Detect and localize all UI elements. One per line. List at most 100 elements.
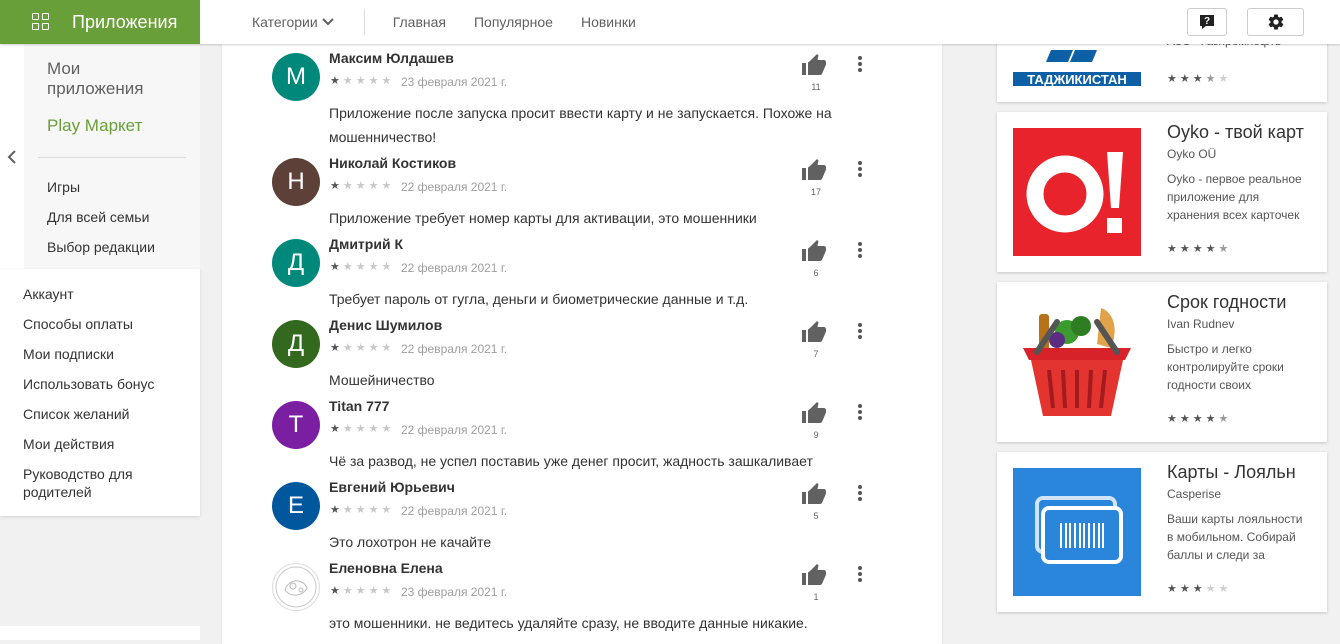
star-icon: ★ bbox=[355, 342, 369, 354]
review-author: Максим Юлдашев bbox=[329, 50, 454, 66]
avatar: Д bbox=[272, 320, 320, 368]
sidebar-item-my-activity[interactable]: Мои действия bbox=[23, 435, 154, 465]
app-description: Oyko - первое реальное приложение для хр… bbox=[1167, 172, 1302, 222]
thumbs-up-icon bbox=[802, 321, 826, 342]
thumbs-up-icon bbox=[802, 159, 826, 180]
review-author: Еленовна Елена bbox=[329, 560, 443, 576]
star-icon: ★ bbox=[342, 504, 356, 516]
review-rating-stars: ★★★★★ bbox=[330, 74, 394, 87]
helpful-button[interactable] bbox=[802, 240, 826, 267]
star-icon: ★ bbox=[1167, 73, 1180, 85]
sidebar-item-editors-choice[interactable]: Выбор редакции bbox=[47, 239, 155, 269]
sidebar-item-account[interactable]: Аккаунт bbox=[23, 285, 154, 315]
barcode-card-icon bbox=[1013, 468, 1141, 596]
more-options-button[interactable] bbox=[858, 161, 862, 182]
helpful-count: 17 bbox=[810, 187, 821, 197]
more-options-button[interactable] bbox=[858, 56, 862, 77]
app-rating-stars: ★★★★★ bbox=[1167, 72, 1231, 85]
sidebar-item-family[interactable]: Для всей семьи bbox=[47, 209, 155, 239]
app-card-oyko[interactable]: Oyko - твой карт Oyko OÜ Oyko - первое р… bbox=[997, 112, 1327, 272]
help-button[interactable]: ? bbox=[1187, 8, 1227, 36]
sidebar-item-redeem[interactable]: Использовать бонус bbox=[23, 375, 154, 405]
helpful-button[interactable] bbox=[802, 321, 826, 348]
helpful-button[interactable] bbox=[802, 483, 826, 510]
more-options-button[interactable] bbox=[858, 242, 862, 263]
review-date: 22 февраля 2021 г. bbox=[401, 342, 508, 356]
review-rating-stars: ★★★★★ bbox=[330, 503, 394, 516]
sidebar-play-market[interactable]: Play Маркет bbox=[47, 116, 142, 136]
more-vert-icon bbox=[858, 242, 862, 258]
more-options-button[interactable] bbox=[858, 404, 862, 425]
helpful-count: 1 bbox=[813, 592, 819, 602]
app-description: Ваши карты лояльности в мобильном. Собир… bbox=[1167, 512, 1303, 562]
star-icon: ★ bbox=[1218, 583, 1232, 595]
sidebar-item-wishlist[interactable]: Список желаний bbox=[23, 405, 154, 435]
app-rating-stars: ★★★★★ bbox=[1167, 242, 1231, 255]
app-card-expiry[interactable]: Срок годности Ivan Rudnev Быстро и легко… bbox=[997, 282, 1327, 442]
sidebar-account: Аккаунт Способы оплаты Мои подписки Испо… bbox=[0, 269, 200, 516]
avatar-image bbox=[275, 566, 317, 608]
star-icon: ★ bbox=[368, 75, 382, 87]
helpful-button[interactable] bbox=[802, 159, 826, 186]
avatar-initial: Д bbox=[287, 249, 305, 276]
helpful-button[interactable] bbox=[802, 402, 826, 429]
brand-section[interactable]: Приложения bbox=[0, 0, 200, 44]
sidebar-item-games[interactable]: Игры bbox=[47, 179, 155, 209]
app-card-loyalty[interactable]: Карты - Лояльн Casperise Ваши карты лоял… bbox=[997, 452, 1327, 612]
helpful-button[interactable] bbox=[802, 564, 826, 591]
app-title[interactable]: Срок годности bbox=[1167, 292, 1312, 313]
collapse-sidebar-button[interactable] bbox=[0, 44, 24, 269]
settings-button[interactable] bbox=[1247, 8, 1304, 36]
nav-link-home[interactable]: Главная bbox=[379, 14, 460, 30]
chevron-down-icon bbox=[321, 18, 334, 26]
star-icon: ★ bbox=[330, 585, 343, 597]
star-icon: ★ bbox=[1192, 73, 1206, 85]
app-title[interactable]: Карты - Лояльн bbox=[1167, 462, 1312, 483]
star-icon: ★ bbox=[1179, 243, 1193, 255]
star-icon: ★ bbox=[342, 180, 356, 192]
nav-link-popular[interactable]: Популярное bbox=[460, 14, 567, 30]
star-icon: ★ bbox=[1205, 583, 1219, 595]
star-icon: ★ bbox=[1167, 243, 1180, 255]
avatar-initial: T bbox=[288, 411, 304, 438]
more-vert-icon bbox=[858, 161, 862, 177]
my-apps-label: Мои приложения bbox=[47, 59, 144, 98]
star-icon: ★ bbox=[381, 342, 395, 354]
star-icon: ★ bbox=[342, 342, 356, 354]
sidebar-item-parent-guide[interactable]: Руководство для родителей bbox=[23, 465, 153, 501]
star-icon: ★ bbox=[381, 261, 395, 273]
avatar: Е bbox=[272, 482, 320, 530]
helpful-count: 7 bbox=[813, 349, 819, 359]
app-developer[interactable]: Casperise bbox=[1167, 487, 1221, 501]
star-icon: ★ bbox=[355, 261, 369, 273]
star-icon: ★ bbox=[330, 423, 343, 435]
star-icon: ★ bbox=[330, 342, 343, 354]
more-vert-icon bbox=[858, 404, 862, 420]
app-title[interactable]: Oyko - твой карт bbox=[1167, 122, 1312, 143]
star-icon: ★ bbox=[330, 180, 343, 192]
star-icon: ★ bbox=[1218, 413, 1232, 425]
avatar: Д bbox=[272, 239, 320, 287]
star-icon: ★ bbox=[381, 180, 395, 192]
reviews-panel: М Максим Юлдашев ★★★★★ 23 февраля 2021 г… bbox=[222, 44, 942, 644]
review-date: 22 февраля 2021 г. bbox=[401, 180, 508, 194]
sidebar-category-list: Игры Для всей семьи Выбор редакции bbox=[47, 179, 155, 269]
app-developer[interactable]: Oyko OÜ bbox=[1167, 147, 1216, 161]
star-icon: ★ bbox=[368, 423, 382, 435]
nav-link-new[interactable]: Новинки bbox=[567, 14, 650, 30]
review-text: Приложение требует номер карты для актив… bbox=[329, 210, 757, 226]
star-icon: ★ bbox=[342, 261, 356, 273]
categories-dropdown[interactable]: Категории bbox=[240, 14, 346, 30]
more-options-button[interactable] bbox=[858, 566, 862, 587]
top-bar: Приложения Категории Главная Популярное … bbox=[0, 0, 1340, 44]
helpful-button[interactable] bbox=[802, 54, 826, 81]
sidebar-my-apps[interactable]: Мои приложения bbox=[47, 59, 167, 99]
review-item: Д Денис Шумилов ★★★★★ 22 февраля 2021 г.… bbox=[222, 311, 942, 392]
sidebar-item-subscriptions[interactable]: Мои подписки bbox=[23, 345, 154, 375]
review-text: Это лохотрон не качайте bbox=[329, 534, 492, 550]
app-developer[interactable]: Ivan Rudnev bbox=[1167, 317, 1234, 331]
star-icon: ★ bbox=[381, 585, 395, 597]
sidebar-item-payment-methods[interactable]: Способы оплаты bbox=[23, 315, 154, 345]
more-options-button[interactable] bbox=[858, 485, 862, 506]
more-options-button[interactable] bbox=[858, 323, 862, 344]
